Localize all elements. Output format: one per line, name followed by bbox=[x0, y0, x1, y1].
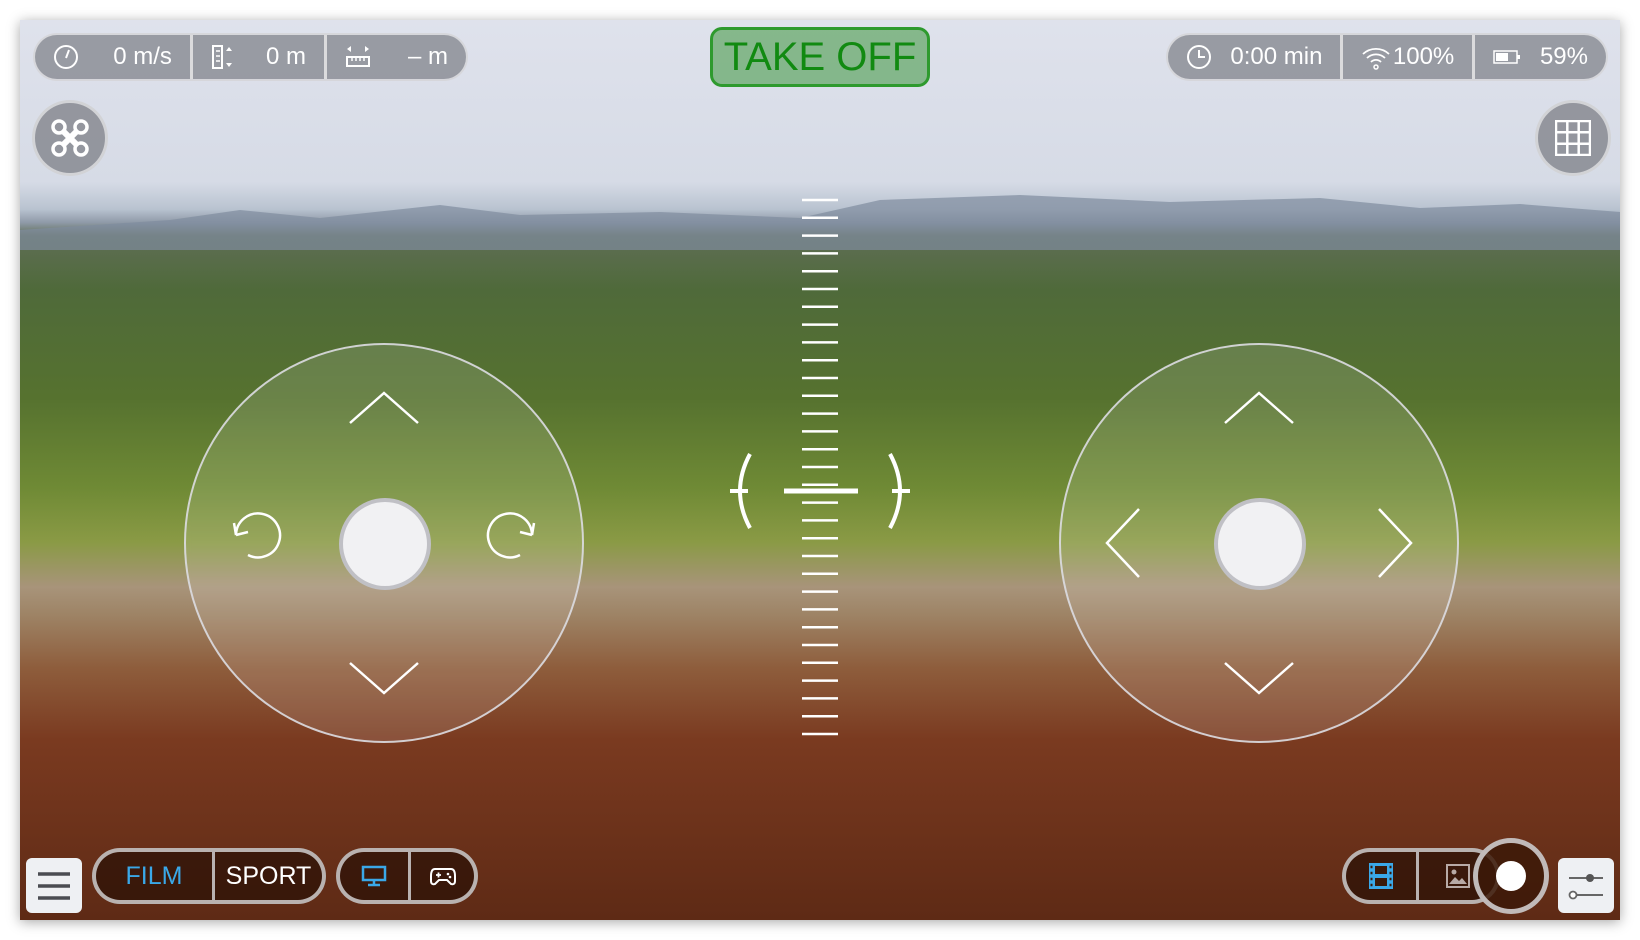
film-icon bbox=[1369, 863, 1393, 889]
backward-icon bbox=[1224, 662, 1294, 695]
right-joystick-knob[interactable] bbox=[1214, 498, 1306, 590]
altitude-readout: 0 m bbox=[189, 35, 324, 79]
altitude-value: 0 m bbox=[265, 43, 306, 70]
view-toggle bbox=[336, 848, 478, 904]
clock-icon bbox=[1187, 45, 1211, 69]
attitude-indicator bbox=[730, 198, 910, 736]
mode-film-button[interactable]: FILM bbox=[96, 852, 212, 900]
battery-icon bbox=[1493, 50, 1521, 64]
gamepad-view-button[interactable] bbox=[408, 852, 474, 900]
right-icon bbox=[1378, 508, 1413, 578]
throttle-up-icon bbox=[349, 391, 419, 424]
speed-value: 0 m/s bbox=[113, 43, 172, 70]
distance-value: – m bbox=[407, 43, 448, 70]
drone-button[interactable] bbox=[32, 100, 108, 176]
video-mode-button[interactable] bbox=[1346, 852, 1416, 900]
altitude-icon bbox=[211, 45, 232, 69]
record-icon bbox=[1496, 861, 1526, 891]
image-icon bbox=[1445, 864, 1470, 888]
settings-sliders-button[interactable] bbox=[1558, 858, 1614, 913]
monitor-icon bbox=[361, 865, 387, 887]
drone-icon bbox=[51, 119, 89, 157]
hamburger-icon bbox=[38, 871, 70, 900]
signal-value: 100% bbox=[1392, 43, 1455, 70]
flight-time-readout: 0:00 min bbox=[1168, 35, 1340, 79]
gamepad-icon bbox=[429, 868, 456, 886]
drone-camera-view: 0 m/s 0 m – m TAKE OFF 0:00 min 100% 59% bbox=[20, 20, 1620, 920]
left-joystick[interactable] bbox=[184, 343, 584, 743]
distance-icon bbox=[345, 46, 370, 67]
display-view-button[interactable] bbox=[340, 852, 408, 900]
rotate-right-icon bbox=[486, 512, 536, 559]
left-icon bbox=[1105, 508, 1140, 578]
speed-readout: 0 m/s bbox=[35, 35, 190, 79]
battery-readout: 59% bbox=[1472, 35, 1606, 79]
grid-icon bbox=[1555, 120, 1591, 156]
battery-value: 59% bbox=[1539, 43, 1588, 70]
grid-button[interactable] bbox=[1535, 100, 1611, 176]
menu-button[interactable] bbox=[26, 858, 82, 913]
left-joystick-knob[interactable] bbox=[339, 498, 431, 590]
telemetry-right-bar: 0:00 min 100% 59% bbox=[1166, 33, 1608, 81]
signal-readout: 100% bbox=[1340, 35, 1472, 79]
record-button[interactable] bbox=[1473, 838, 1549, 914]
mode-sport-button[interactable]: SPORT bbox=[212, 852, 322, 900]
flight-time-value: 0:00 min bbox=[1230, 43, 1323, 70]
telemetry-left-bar: 0 m/s 0 m – m bbox=[33, 33, 468, 81]
distance-readout: – m bbox=[323, 35, 466, 79]
speedometer-icon bbox=[54, 45, 78, 69]
takeoff-button[interactable]: TAKE OFF bbox=[710, 27, 930, 87]
wifi-icon bbox=[1362, 47, 1391, 70]
throttle-down-icon bbox=[349, 662, 419, 695]
flight-mode-toggle: FILM SPORT bbox=[92, 848, 326, 904]
sliders-icon bbox=[1568, 873, 1603, 899]
forward-icon bbox=[1224, 391, 1294, 424]
right-joystick[interactable] bbox=[1059, 343, 1459, 743]
rotate-left-icon bbox=[232, 512, 282, 559]
